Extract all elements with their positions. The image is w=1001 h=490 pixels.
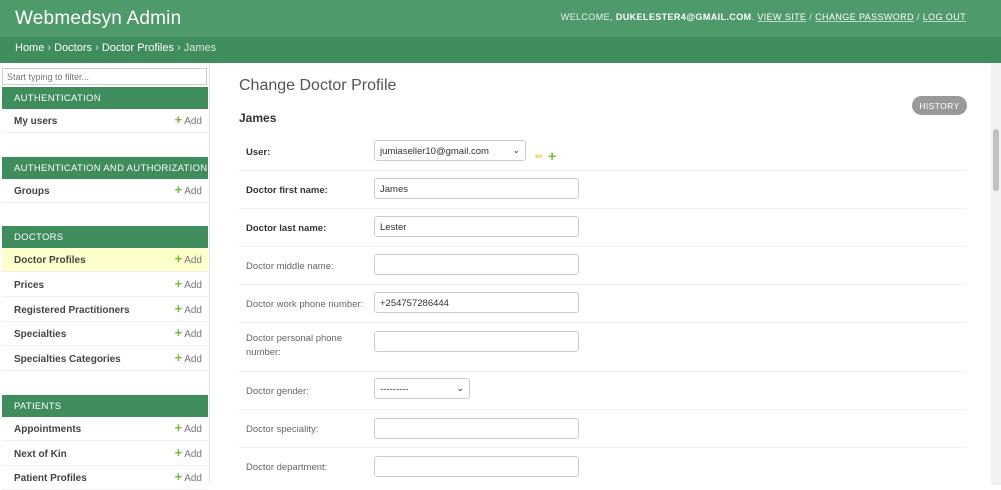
field-label: User: bbox=[246, 147, 271, 158]
sidebar-item-groups[interactable]: Groups + Add bbox=[2, 179, 208, 203]
sidebar-item-specialties[interactable]: Specialties + Add bbox=[2, 322, 208, 346]
add-link[interactable]: + Add bbox=[174, 301, 202, 316]
breadcrumb: Home › Doctors › Doctor Profiles › James bbox=[0, 37, 1001, 63]
add-link[interactable]: + Add bbox=[174, 350, 202, 365]
plus-icon: + bbox=[174, 251, 183, 266]
plus-icon: + bbox=[174, 301, 183, 316]
sidebar-item-label[interactable]: Specialties Categories bbox=[14, 354, 121, 365]
middle-name-input[interactable] bbox=[374, 254, 579, 275]
module-caption-patients[interactable]: PATIENTS bbox=[2, 395, 208, 417]
site-name[interactable]: Webmedsyn Admin bbox=[15, 8, 181, 30]
plus-icon: + bbox=[174, 325, 183, 340]
sidebar-item-label[interactable]: Doctor Profiles bbox=[14, 255, 86, 266]
sidebar-item-next-of-kin[interactable]: Next of Kin + Add bbox=[2, 442, 208, 466]
plus-icon: + bbox=[174, 182, 183, 197]
form-row-first-name: Doctor first name: James bbox=[239, 171, 966, 209]
view-site-link[interactable]: VIEW SITE bbox=[757, 12, 806, 22]
chevron-down-icon: ⌄ bbox=[456, 383, 464, 393]
pencil-icon[interactable]: ✏ bbox=[535, 152, 543, 163]
add-link[interactable]: + Add bbox=[174, 445, 202, 460]
username: DUKELESTER4@GMAIL.COM bbox=[615, 12, 752, 22]
user-tools: WELCOME, DUKELESTER4@GMAIL.COM. VIEW SIT… bbox=[560, 12, 966, 22]
add-link[interactable]: + Add bbox=[174, 112, 202, 127]
history-button[interactable]: HISTORY bbox=[912, 96, 967, 115]
add-link[interactable]: + Add bbox=[174, 276, 202, 291]
plus-icon: + bbox=[174, 445, 183, 460]
sidebar-item-registered-practitioners[interactable]: Registered Practitioners + Add bbox=[2, 298, 208, 322]
field-label: Doctor last name: bbox=[246, 223, 327, 234]
first-name-input[interactable]: James bbox=[374, 178, 579, 199]
sidebar-item-label[interactable]: Specialties bbox=[14, 329, 66, 340]
plus-icon[interactable]: + bbox=[548, 148, 556, 164]
field-label: Doctor department: bbox=[246, 462, 328, 473]
personal-phone-input[interactable] bbox=[374, 331, 579, 352]
add-link[interactable]: + Add bbox=[174, 325, 202, 340]
plus-icon: + bbox=[174, 469, 183, 484]
scrollbar-thumb[interactable] bbox=[993, 129, 999, 191]
field-label: Doctor speciality: bbox=[246, 424, 319, 435]
breadcrumb-doctor-profiles[interactable]: Doctor Profiles bbox=[102, 42, 174, 54]
form-row-last-name: Doctor last name: Lester bbox=[239, 209, 966, 247]
form-row-gender: Doctor gender: --------- ⌄ bbox=[239, 372, 966, 410]
field-label: Doctor personal phone number: bbox=[246, 333, 343, 358]
sidebar-item-label[interactable]: My users bbox=[14, 116, 57, 127]
sidebar-item-label[interactable]: Next of Kin bbox=[14, 449, 67, 460]
log-out-link[interactable]: LOG OUT bbox=[923, 12, 966, 22]
add-link[interactable]: + Add bbox=[174, 182, 202, 197]
sidebar-item-label[interactable]: Appointments bbox=[14, 424, 81, 435]
plus-icon: + bbox=[174, 350, 183, 365]
form-row-department: Doctor department: bbox=[239, 448, 966, 485]
form-row-personal-phone: Doctor personal phone number: bbox=[239, 323, 966, 372]
object-name-heading: James bbox=[239, 111, 277, 125]
field-label: Doctor first name: bbox=[246, 185, 328, 196]
form-row-middle-name: Doctor middle name: bbox=[239, 247, 966, 285]
sidebar-nav: AUTHENTICATION My users +Add AUTHENTICAT… bbox=[0, 63, 210, 490]
form-row-user: User: jumiaseller10@gmail.com ⌄ ✏ + bbox=[239, 133, 966, 171]
user-select[interactable]: jumiaseller10@gmail.com ⌄ bbox=[374, 140, 526, 161]
last-name-input[interactable]: Lester bbox=[374, 216, 579, 237]
breadcrumb-doctors[interactable]: Doctors bbox=[54, 42, 92, 54]
form-row-speciality: Doctor speciality: bbox=[239, 410, 966, 448]
sidebar-item-label[interactable]: Prices bbox=[14, 280, 44, 291]
breadcrumb-current: James bbox=[183, 42, 217, 54]
plus-icon: + bbox=[174, 112, 183, 127]
sidebar-item-label[interactable]: Groups bbox=[14, 186, 50, 197]
module-caption-doctors[interactable]: DOCTORS bbox=[2, 226, 208, 248]
add-link[interactable]: + Add bbox=[174, 251, 202, 266]
welcome-text: WELCOME, bbox=[560, 12, 613, 22]
sidebar-item-doctor-profiles[interactable]: Doctor Profiles + Add bbox=[2, 248, 208, 272]
sidebar-item-appointments[interactable]: Appointments + Add bbox=[2, 417, 208, 441]
add-link[interactable]: + Add bbox=[174, 420, 202, 435]
chevron-down-icon: ⌄ bbox=[512, 145, 520, 155]
breadcrumb-home[interactable]: Home bbox=[15, 42, 44, 54]
gender-select[interactable]: --------- ⌄ bbox=[374, 378, 470, 399]
sidebar-item-my-users[interactable]: My users + Add bbox=[2, 109, 208, 133]
sidebar-item-prices[interactable]: Prices + Add bbox=[2, 273, 208, 297]
field-label: Doctor work phone number: bbox=[246, 299, 364, 310]
page-scrollbar[interactable] bbox=[991, 63, 1001, 485]
plus-icon: + bbox=[174, 420, 183, 435]
plus-icon: + bbox=[174, 276, 183, 291]
page-title: Change Doctor Profile bbox=[239, 77, 397, 94]
add-link[interactable]: + Add bbox=[174, 469, 202, 484]
work-phone-input[interactable]: +254757286444 bbox=[374, 292, 579, 313]
module-caption-authentication[interactable]: AUTHENTICATION bbox=[2, 87, 208, 109]
sidebar-item-specialties-categories[interactable]: Specialties Categories + Add bbox=[2, 347, 208, 371]
sidebar-item-label[interactable]: Registered Practitioners bbox=[14, 305, 130, 316]
field-label: Doctor middle name: bbox=[246, 261, 334, 272]
change-password-link[interactable]: CHANGE PASSWORD bbox=[815, 12, 914, 22]
department-input[interactable] bbox=[374, 456, 579, 477]
speciality-input[interactable] bbox=[374, 418, 579, 439]
module-caption-auth-and-authorization[interactable]: AUTHENTICATION AND AUTHORIZATION bbox=[2, 157, 208, 179]
sidebar-item-label[interactable]: Patient Profiles bbox=[14, 473, 87, 484]
nav-filter-input[interactable] bbox=[2, 68, 207, 85]
field-label: Doctor gender: bbox=[246, 386, 309, 397]
form-row-work-phone: Doctor work phone number: +254757286444 bbox=[239, 285, 966, 323]
admin-header: Webmedsyn Admin WELCOME, DUKELESTER4@GMA… bbox=[0, 0, 1001, 63]
sidebar-item-patient-profiles[interactable]: Patient Profiles + Add bbox=[2, 466, 208, 490]
